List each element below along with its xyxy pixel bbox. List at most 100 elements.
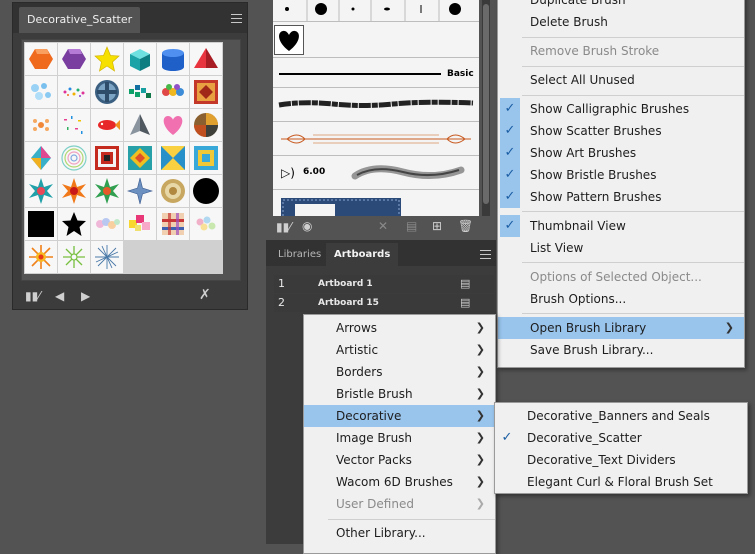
- brush-swatch-diamond-in-square[interactable]: [124, 142, 156, 174]
- libraries-icon[interactable]: ▮▮⁄: [276, 220, 291, 234]
- decorative-banners-and-seals[interactable]: Decorative_Banners and Seals: [495, 405, 747, 427]
- brush-swatch-purple-hexagon[interactable]: [58, 43, 90, 75]
- brush-swatch-plaid-pattern[interactable]: [157, 208, 189, 240]
- menu-options-of-selected-object[interactable]: Options of Selected Object...: [498, 266, 744, 288]
- menu-duplicate-brush[interactable]: Duplicate Brush: [498, 0, 744, 11]
- menu-show-calligraphic-brushes[interactable]: Show Calligraphic Brushes: [498, 98, 744, 120]
- menu-delete-brush[interactable]: Delete Brush: [498, 11, 744, 33]
- brush-swatch-yellow-star[interactable]: [91, 43, 123, 75]
- brush-swatch-orange-sun[interactable]: [25, 241, 57, 273]
- decorative-text-dividers[interactable]: Decorative_Text Dividers: [495, 449, 747, 471]
- brush-swatch-fish-shape[interactable]: [91, 109, 123, 141]
- brush-swatch-blue-star[interactable]: [124, 175, 156, 207]
- previous-arrow-icon[interactable]: ◀: [55, 289, 64, 303]
- brush-swatch-dot-flower[interactable]: [25, 109, 57, 141]
- brush-row-heart[interactable]: [273, 22, 479, 58]
- brush-swatch-black-star[interactable]: [58, 208, 90, 240]
- library-user-defined[interactable]: User Defined ❯: [304, 493, 495, 515]
- brush-swatch-concentric-rings[interactable]: [58, 142, 90, 174]
- scatter-panel-tab[interactable]: Decorative_Scatter: [19, 7, 141, 33]
- libraries-icon[interactable]: ▮▮⁄: [25, 289, 40, 303]
- menu-thumbnail-view[interactable]: Thumbnail View: [498, 215, 744, 237]
- panel-menu-icon[interactable]: [480, 250, 491, 259]
- brush-row-arrow[interactable]: [273, 122, 479, 156]
- artboard-row-1[interactable]: 1 Artboard 1 ▤: [274, 275, 494, 293]
- scatter-options-icon[interactable]: ◉: [302, 219, 312, 233]
- artboard-options-icon[interactable]: ▤: [460, 294, 470, 312]
- menu-brush-options[interactable]: Brush Options...: [498, 288, 744, 310]
- menu-select-all-unused[interactable]: Select All Unused: [498, 69, 744, 91]
- library-decorative[interactable]: Decorative ❯: [304, 405, 495, 427]
- brush-swatch-arrow-diamond[interactable]: [157, 142, 189, 174]
- brush-swatch-sprinkle-dots[interactable]: [58, 109, 90, 141]
- brush-swatch-teal-cube[interactable]: [124, 43, 156, 75]
- brush-swatch-nested-squares[interactable]: [190, 142, 222, 174]
- brush-swatch-mosaic-squares[interactable]: [124, 208, 156, 240]
- library-bristle-brush[interactable]: Bristle Brush ❯: [304, 383, 495, 405]
- tab-artboards[interactable]: Artboards: [326, 243, 399, 266]
- brush-list-scrollbar[interactable]: [482, 0, 490, 216]
- delete-icon[interactable]: 🗑: [458, 219, 473, 233]
- brush-swatch-square-spiral[interactable]: [91, 142, 123, 174]
- menu-show-bristle-brushes[interactable]: Show Bristle Brushes: [498, 164, 744, 186]
- brush-row-dots[interactable]: [273, 0, 479, 22]
- library-image-brush[interactable]: Image Brush ❯: [304, 427, 495, 449]
- brush-swatch-color-spheres[interactable]: [157, 76, 189, 108]
- brush-swatch-black-circle[interactable]: [190, 175, 222, 207]
- menu-list-view[interactable]: List View: [498, 237, 744, 259]
- brush-row-pattern[interactable]: [273, 190, 479, 216]
- brush-row-bristle[interactable]: ▷) 6.00: [273, 156, 479, 190]
- panel-menu-icon[interactable]: [231, 14, 242, 23]
- brush-swatch-blue-button-disc[interactable]: [91, 76, 123, 108]
- brush-swatch-pastel-blobs[interactable]: [91, 208, 123, 240]
- remove-stroke-icon[interactable]: ✕: [378, 219, 388, 233]
- library-arrows[interactable]: Arrows ❯: [304, 317, 495, 339]
- menu-save-brush-library[interactable]: Save Brush Library...: [498, 339, 744, 361]
- brush-swatch-teal-starburst[interactable]: [25, 175, 57, 207]
- brush-swatch-green-blocks[interactable]: [124, 76, 156, 108]
- brush-swatch-black-square[interactable]: [25, 208, 57, 240]
- artboard-name[interactable]: Artboard 1: [318, 275, 373, 293]
- heart-brush-selected[interactable]: [274, 25, 304, 55]
- brush-swatch-orange-hexagon[interactable]: [25, 43, 57, 75]
- brush-swatch-crystal-diamond[interactable]: [25, 142, 57, 174]
- brush-swatch-orange-starburst[interactable]: [58, 175, 90, 207]
- brush-swatch-green-starburst[interactable]: [91, 175, 123, 207]
- menu-remove-brush-stroke[interactable]: Remove Brush Stroke: [498, 40, 744, 62]
- elegant-curl-floral-brush-set[interactable]: Elegant Curl & Floral Brush Set: [495, 471, 747, 493]
- menu-separator: [522, 37, 744, 38]
- brush-swatch-pastel-dots[interactable]: [190, 208, 222, 240]
- artboard-name[interactable]: Artboard 15: [318, 294, 379, 312]
- brush-row-basic[interactable]: Basic: [273, 58, 479, 88]
- next-arrow-icon[interactable]: ▶: [81, 289, 90, 303]
- library-vector-packs[interactable]: Vector Packs ❯: [304, 449, 495, 471]
- decorative-scatter[interactable]: Decorative_Scatter: [495, 427, 747, 449]
- new-brush-icon[interactable]: ⊞: [432, 219, 442, 233]
- brush-swatch-blue-cylinder[interactable]: [157, 43, 189, 75]
- library-borders[interactable]: Borders ❯: [304, 361, 495, 383]
- brush-swatch-green-burst[interactable]: [58, 241, 90, 273]
- artboard-row-2[interactable]: 2 Artboard 15 ▤: [274, 294, 494, 312]
- brush-swatch-confetti-dots[interactable]: [58, 76, 90, 108]
- artboard-options-icon[interactable]: ▤: [460, 275, 470, 293]
- menu-show-scatter-brushes[interactable]: Show Scatter Brushes: [498, 120, 744, 142]
- brush-swatch-framed-diamond[interactable]: [190, 76, 222, 108]
- menu-show-art-brushes[interactable]: Show Art Brushes: [498, 142, 744, 164]
- menu-open-brush-library[interactable]: Open Brush Library ❯: [498, 317, 744, 339]
- brush-row-charcoal[interactable]: [273, 88, 479, 122]
- brush-swatch-blue-spark[interactable]: [91, 241, 123, 273]
- brush-options-icon[interactable]: ▤: [406, 219, 417, 233]
- menu-show-pattern-brushes[interactable]: Show Pattern Brushes: [498, 186, 744, 208]
- scrollbar-thumb[interactable]: [483, 4, 489, 204]
- brush-swatch-gray-cone[interactable]: [124, 109, 156, 141]
- brush-swatch-gold-disc[interactable]: [157, 175, 189, 207]
- library-other-library[interactable]: Other Library...: [304, 522, 495, 544]
- brush-swatch-bubble-cluster[interactable]: [25, 76, 57, 108]
- library-wacom-6d-brushes[interactable]: Wacom 6D Brushes ❯: [304, 471, 495, 493]
- brush-swatch-pink-heart[interactable]: [157, 109, 189, 141]
- brush-swatch-red-pyramid[interactable]: [190, 43, 222, 75]
- delete-brush-icon[interactable]: ✗: [199, 288, 211, 302]
- tab-libraries[interactable]: Libraries: [270, 243, 329, 266]
- brush-swatch-color-wheel[interactable]: [190, 109, 222, 141]
- library-artistic[interactable]: Artistic ❯: [304, 339, 495, 361]
